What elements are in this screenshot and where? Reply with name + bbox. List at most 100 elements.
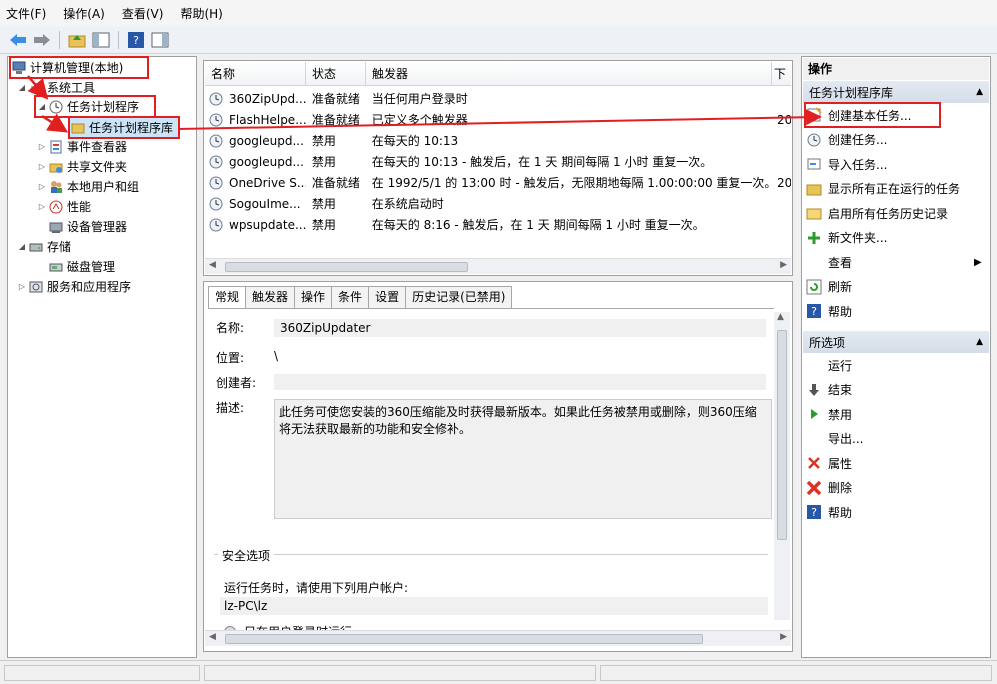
tree-item-event-viewer[interactable]: ▷ 事件查看器	[36, 137, 127, 156]
tree-root[interactable]: 计算机管理(本地)	[9, 56, 149, 79]
tree-item-local-users[interactable]: ▷ 本地用户和组	[36, 177, 139, 196]
action-label: 导入任务...	[828, 157, 888, 172]
action-item[interactable]: 新文件夹...	[806, 227, 986, 249]
task-list: 名称 状态 触发器 下 360ZipUpd... 准备就绪 当任何用户登录时 Flas…	[203, 60, 793, 276]
col-name[interactable]: 名称	[205, 62, 306, 85]
tree-item-device-manager[interactable]: 设备管理器	[48, 217, 127, 236]
name-row: 名称: 360ZipUpdater	[216, 319, 766, 337]
tree-item-disk-management[interactable]: 磁盘管理	[48, 257, 115, 276]
tree-item-label: 性能	[67, 200, 92, 214]
scroll-thumb[interactable]	[777, 330, 787, 540]
expand-icon[interactable]: ▷	[16, 282, 28, 291]
tab-triggers[interactable]: 触发器	[245, 286, 296, 308]
action-item[interactable]: 导出...	[806, 428, 986, 450]
scroll-left-icon[interactable]: ◀	[209, 632, 216, 642]
action-item[interactable]: 查看 ▶	[806, 251, 986, 273]
blank-icon	[806, 431, 822, 447]
show-hide-tree-icon[interactable]	[91, 30, 111, 50]
tree-item-storage[interactable]: ◢ 存储	[16, 237, 71, 256]
folder-icon	[70, 120, 86, 136]
scroll-right-icon[interactable]: ▶	[780, 260, 787, 270]
collapse-icon[interactable]: ◢	[36, 102, 48, 111]
collapse-section-icon[interactable]: ▲	[976, 337, 983, 347]
col-trigger[interactable]: 触发器	[366, 62, 772, 85]
col-next-run[interactable]: 下	[772, 62, 791, 85]
task-list-hscrollbar[interactable]: ◀ ▶	[205, 258, 791, 274]
up-folder-icon[interactable]	[67, 30, 87, 50]
toolbar-separator	[59, 30, 60, 49]
collapse-icon[interactable]: ◢	[16, 242, 28, 251]
action-item[interactable]: ? 帮助	[806, 300, 986, 322]
scroll-thumb[interactable]	[225, 634, 703, 644]
action-item[interactable]: 导入任务...	[806, 153, 986, 175]
action-item[interactable]: 刷新	[806, 276, 986, 298]
task-name: googleupd...	[229, 154, 304, 169]
action-item[interactable]: 运行	[806, 354, 986, 376]
tab-history[interactable]: 历史记录(已禁用)	[405, 286, 513, 308]
task-row[interactable]: googleupd... 禁用 在每天的 10:13	[205, 130, 791, 151]
help-icon: ?	[806, 504, 822, 520]
tree-item-task-scheduler[interactable]: ◢ 任务计划程序	[34, 95, 156, 118]
task-row[interactable]: 360ZipUpd... 准备就绪 当任何用户登录时	[205, 88, 791, 109]
submenu-arrow-icon: ▶	[974, 256, 982, 268]
expand-icon[interactable]: ▷	[36, 202, 48, 211]
menu-action[interactable]: 操作(A)	[63, 5, 105, 22]
tab-settings[interactable]: 设置	[368, 286, 407, 308]
action-item[interactable]: 创建任务...	[806, 129, 986, 151]
task-trigger: 已定义多个触发器	[371, 113, 468, 127]
task-clock-icon	[209, 113, 223, 127]
scroll-up-icon[interactable]: ▲	[777, 312, 784, 322]
expand-icon[interactable]: ▷	[36, 162, 48, 171]
refresh-icon	[806, 279, 822, 295]
name-label: 名称:	[216, 321, 245, 335]
action-item[interactable]: 禁用	[806, 403, 986, 425]
share-icon	[48, 159, 64, 175]
show-action-pane-icon[interactable]	[150, 30, 170, 50]
action-item[interactable]: 显示所有正在运行的任务	[806, 178, 986, 200]
action-item[interactable]: 启用所有任务历史记录	[806, 202, 986, 224]
tree-item-label: 任务计划程序库	[89, 121, 174, 135]
expand-icon[interactable]: ▷	[36, 142, 48, 151]
tree-item-shared-folders[interactable]: ▷ 共享文件夹	[36, 157, 127, 176]
scroll-left-icon[interactable]: ◀	[209, 260, 216, 270]
tab-conditions[interactable]: 条件	[331, 286, 370, 308]
action-label: 新文件夹...	[828, 231, 888, 245]
task-row[interactable]: OneDrive S... 准备就绪在 1992/5/1 的 13:00 时 - …	[205, 172, 791, 193]
tree-item-label: 系统工具	[47, 81, 96, 95]
security-options-group: 安全选项 运行任务时，请使用下列用户帐户: lz-PC\lz 只在用户登录时运行	[214, 547, 768, 639]
action-item[interactable]: 属性	[806, 452, 986, 474]
actions-section-selected[interactable]: 所选项 ▲	[803, 331, 989, 353]
tab-actions[interactable]: 操作	[294, 286, 333, 308]
tree-item-services-apps[interactable]: ▷ 服务和应用程序	[16, 277, 131, 296]
menu-file[interactable]: 文件(F)	[6, 5, 46, 22]
tab-general[interactable]: 常规	[208, 286, 247, 309]
back-arrow-icon[interactable]	[8, 30, 28, 50]
action-item[interactable]: 删除	[806, 477, 986, 499]
collapse-icon[interactable]: ◢	[16, 83, 28, 92]
task-row[interactable]: googleupd... 禁用 在每天的 10:13 - 触发后，在 1 天 期间每…	[205, 151, 791, 172]
tree-item-performance[interactable]: ▷ 性能	[36, 197, 91, 216]
action-item[interactable]: 创建基本任务...	[804, 102, 941, 128]
tree-item-system-tools[interactable]: ◢ 系统工具	[16, 78, 95, 97]
menu-view[interactable]: 查看(V)	[122, 5, 164, 22]
task-row[interactable]: FlashHelpe... 准备就绪 已定义多个触发器 20	[205, 109, 791, 130]
col-status[interactable]: 状态	[306, 62, 366, 85]
action-item[interactable]: ? 帮助	[806, 501, 986, 523]
name-value[interactable]: 360ZipUpdater	[274, 319, 766, 337]
expand-icon[interactable]: ▷	[36, 182, 48, 191]
detail-vscrollbar[interactable]: ▲	[774, 312, 790, 620]
section-title: 任务计划程序库	[809, 85, 894, 100]
collapse-section-icon[interactable]: ▲	[976, 87, 983, 97]
detail-hscrollbar[interactable]: ◀ ▶	[205, 630, 791, 646]
actions-section-library[interactable]: 任务计划程序库 ▲	[803, 81, 989, 103]
scroll-right-icon[interactable]: ▶	[780, 632, 787, 642]
task-row[interactable]: wpsupdate... 禁用 在每天的 8:16 - 触发后，在 1 天 期间每隔…	[205, 214, 791, 235]
tree-item-task-scheduler-library[interactable]: 任务计划程序库	[68, 116, 180, 139]
task-row[interactable]: SogouIme... 禁用 在系统启动时	[205, 193, 791, 214]
menu-help[interactable]: 帮助(H)	[180, 5, 222, 22]
forward-arrow-icon[interactable]	[32, 30, 52, 50]
description-value[interactable]: 此任务可使您安装的360压缩能及时获得最新版本。如果此任务被禁用或删除，则360…	[274, 399, 772, 519]
scroll-thumb[interactable]	[225, 262, 468, 272]
action-item[interactable]: 结束	[806, 379, 986, 401]
help-icon[interactable]: ?	[126, 30, 146, 50]
